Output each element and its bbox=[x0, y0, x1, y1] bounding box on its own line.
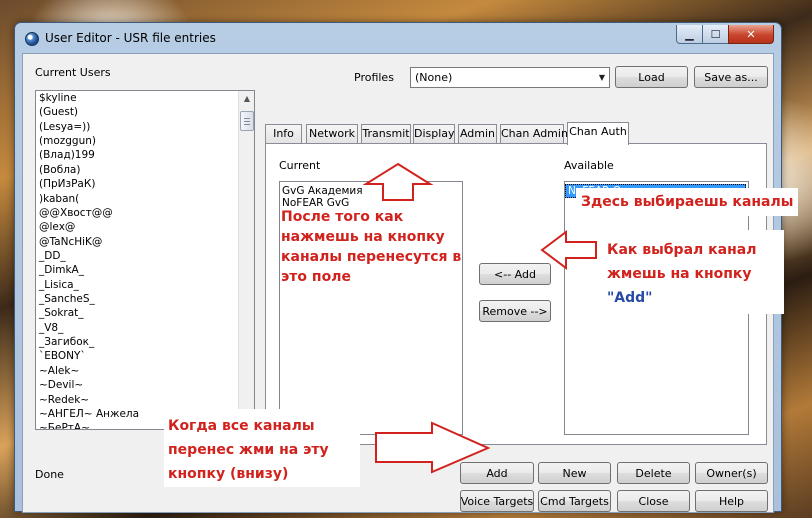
annotation-line: Когда все каналы bbox=[168, 418, 315, 434]
annotation-right-top: Здесь выбираешь каналы bbox=[581, 194, 794, 210]
annotation-line: нажмешь на кнопку bbox=[281, 229, 445, 245]
annotation-add-word: "Add" bbox=[607, 290, 653, 306]
annotation-line: После того как bbox=[281, 209, 404, 225]
tab-chan-auth[interactable]: Chan Auth bbox=[567, 122, 629, 145]
annotation-line: жмешь на кнопку bbox=[607, 266, 752, 282]
annotation-line: Как выбрал канал bbox=[607, 242, 757, 258]
left-arrow-icon bbox=[540, 230, 597, 270]
annotation-line: перенес жми на эту bbox=[168, 442, 329, 458]
annotation-line: это поле bbox=[281, 269, 351, 285]
annotation-bottom: Когда все каналы перенес жми на эту кноп… bbox=[168, 414, 329, 486]
right-arrow-icon bbox=[375, 421, 491, 474]
annotation-line: каналы перенесутся в bbox=[281, 249, 462, 265]
annotation-left: После того как нажмешь на кнопку каналы … bbox=[281, 207, 461, 287]
annotation-right: Как выбрал канал жмешь на кнопку "Add" bbox=[607, 238, 756, 310]
up-arrow-icon bbox=[362, 162, 434, 201]
annotation-line: кнопку (внизу) bbox=[168, 466, 289, 482]
